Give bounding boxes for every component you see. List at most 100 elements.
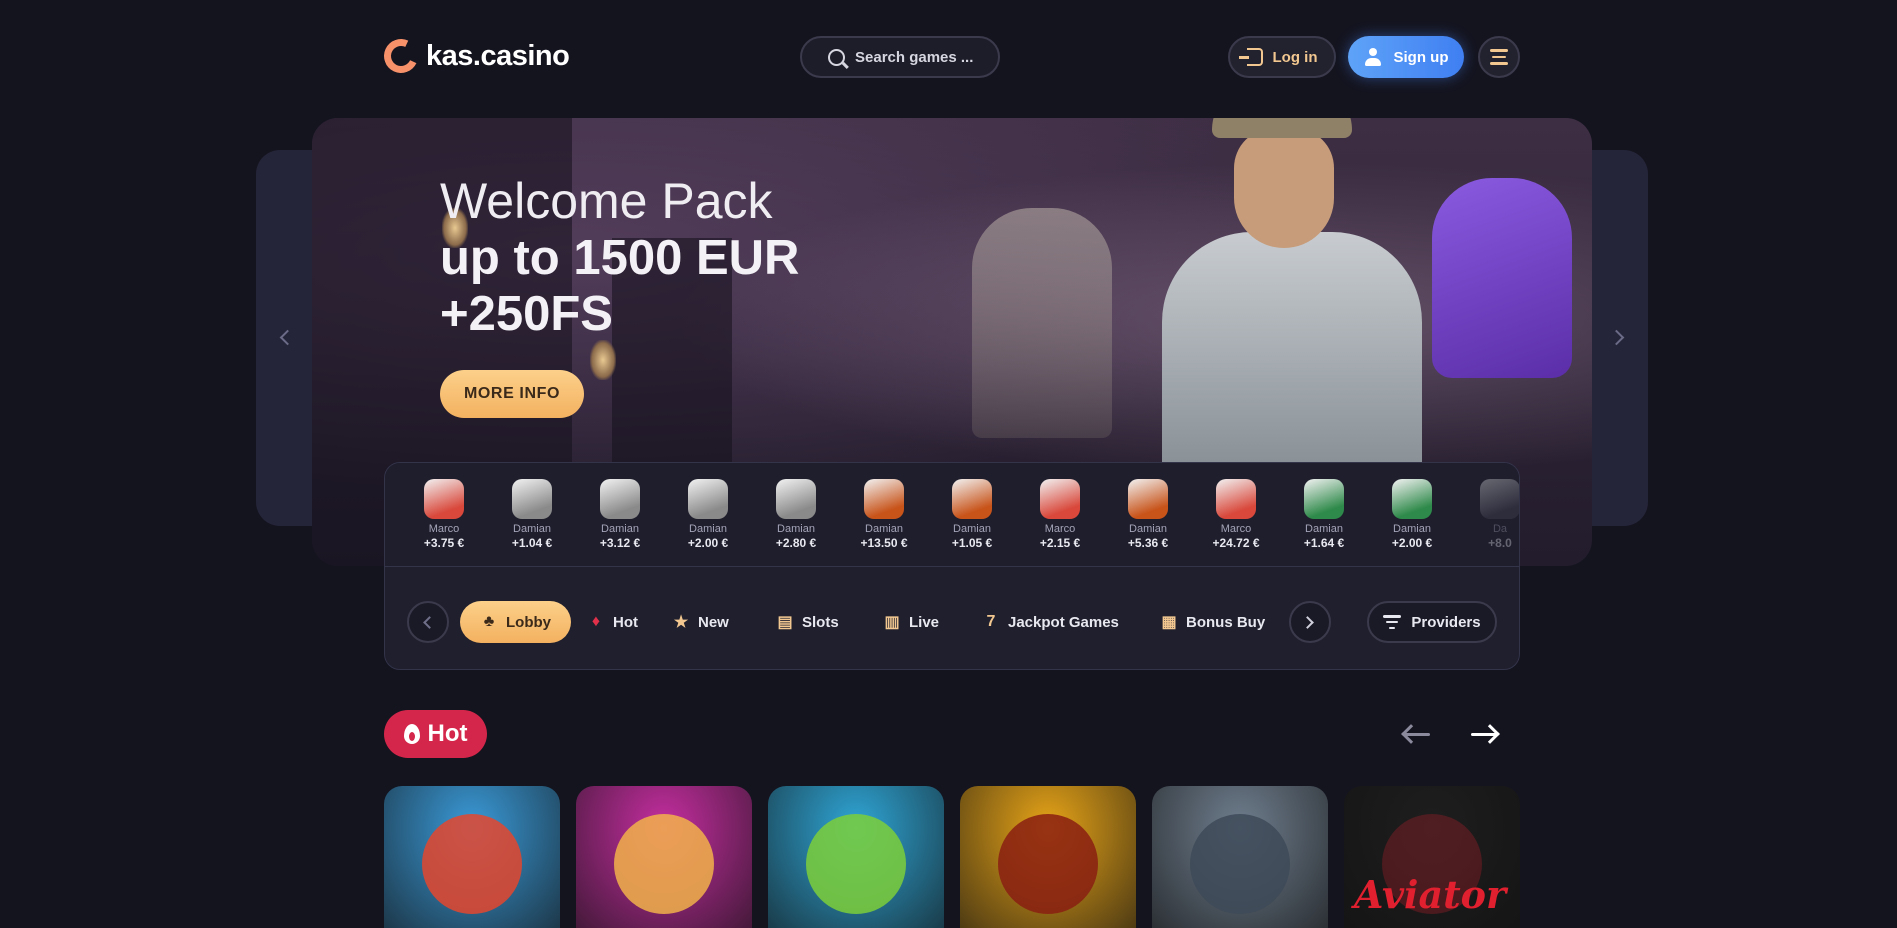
menu-button[interactable] bbox=[1478, 36, 1520, 78]
logo-mark-icon bbox=[379, 34, 423, 78]
win-item[interactable]: Damian +1.64 € bbox=[1289, 479, 1359, 550]
win-player-name: Damian bbox=[1129, 523, 1167, 535]
win-item[interactable]: Damian +1.05 € bbox=[937, 479, 1007, 550]
win-game-thumbnail bbox=[424, 479, 464, 519]
logo[interactable]: kas.casino bbox=[379, 34, 570, 78]
win-game-thumbnail bbox=[688, 479, 728, 519]
win-item[interactable]: Damian +2.00 € bbox=[1377, 479, 1447, 550]
win-amount: +3.12 € bbox=[599, 536, 641, 550]
category-next-button[interactable] bbox=[1289, 601, 1331, 643]
logo-text: kas.casino bbox=[426, 39, 570, 72]
login-label: Log in bbox=[1272, 48, 1318, 66]
category-label: New bbox=[698, 613, 729, 631]
win-item[interactable]: Damian +2.80 € bbox=[761, 479, 831, 550]
win-amount: +13.50 € bbox=[860, 536, 908, 550]
win-player-name: Marco bbox=[428, 523, 460, 535]
login-button[interactable]: Log in bbox=[1228, 36, 1336, 78]
win-item[interactable]: Damian +3.12 € bbox=[585, 479, 655, 550]
promo-amount: up to 1500 EUR bbox=[440, 231, 800, 285]
category-tab-lobby[interactable]: ♣ Lobby bbox=[460, 601, 571, 643]
dragon-character bbox=[1432, 178, 1572, 378]
gold-pot-game-card[interactable] bbox=[960, 786, 1136, 928]
game-artwork bbox=[1190, 814, 1290, 914]
star-icon: ★ bbox=[673, 614, 689, 631]
win-item[interactable]: Marco +2.15 € bbox=[1025, 479, 1095, 550]
win-item[interactable]: Damian +5.36 € bbox=[1113, 479, 1183, 550]
providers-button[interactable]: Providers bbox=[1367, 601, 1497, 643]
win-game-thumbnail bbox=[864, 479, 904, 519]
menu-icon-line bbox=[1492, 55, 1506, 59]
win-item[interactable]: Damian +13.50 € bbox=[849, 479, 919, 550]
recent-wins-ticker: Marco +3.75 € Damian +1.04 € Damian +3.12 € Da… bbox=[385, 463, 1519, 567]
category-label: Hot bbox=[613, 613, 638, 631]
win-item[interactable]: Marco +3.75 € bbox=[409, 479, 479, 550]
promo-title: Welcome Pack bbox=[440, 173, 773, 229]
promo-freespins: +250FS bbox=[440, 287, 613, 341]
category-label: Bonus Buy bbox=[1186, 613, 1266, 631]
category-tab-bonus-buy[interactable]: ▦ Bonus Buy bbox=[1160, 601, 1265, 643]
win-game-thumbnail bbox=[1128, 479, 1168, 519]
games-panel: Marco +3.75 € Damian +1.04 € Damian +3.12 € Da… bbox=[384, 462, 1520, 670]
win-amount: +3.75 € bbox=[423, 536, 465, 550]
category-tab-new[interactable]: ★ New bbox=[672, 601, 729, 643]
filter-icon-line bbox=[1389, 626, 1396, 629]
win-player-name: Damian bbox=[1305, 523, 1343, 535]
win-game-thumbnail bbox=[776, 479, 816, 519]
menu-icon-line bbox=[1490, 49, 1508, 52]
category-prev-button[interactable] bbox=[407, 601, 449, 643]
chevron-left-icon bbox=[279, 329, 296, 346]
category-tab-jackpot-games[interactable]: 7 Jackpot Games bbox=[982, 601, 1119, 643]
more-info-button[interactable]: MORE INFO bbox=[440, 370, 584, 418]
win-game-thumbnail bbox=[600, 479, 640, 519]
hot-section-title: Hot bbox=[384, 710, 487, 758]
win-player-name: Da bbox=[1492, 523, 1508, 535]
hot-next-arrow-icon[interactable] bbox=[1471, 733, 1497, 736]
day-of-dead-game-card[interactable] bbox=[576, 786, 752, 928]
flame-icon: ♦ bbox=[591, 613, 601, 630]
octopus-game-card[interactable] bbox=[384, 786, 560, 928]
aviator-game-card[interactable]: Aviator bbox=[1344, 786, 1520, 928]
win-game-thumbnail bbox=[1216, 479, 1256, 519]
win-item[interactable]: Damian +1.04 € bbox=[497, 479, 567, 550]
win-game-thumbnail bbox=[1040, 479, 1080, 519]
cherries-icon: ♣ bbox=[483, 613, 495, 630]
win-amount: +5.36 € bbox=[1127, 536, 1169, 550]
win-amount: +2.80 € bbox=[775, 536, 817, 550]
win-amount: +24.72 € bbox=[1212, 536, 1260, 550]
signup-label: Sign up bbox=[1393, 48, 1449, 66]
win-item[interactable]: Marco +24.72 € bbox=[1201, 479, 1271, 550]
category-label: Slots bbox=[802, 613, 839, 631]
win-item[interactable]: Damian +2.00 € bbox=[673, 479, 743, 550]
search-placeholder: Search games ... bbox=[855, 48, 974, 66]
hot-prev-arrow-icon[interactable] bbox=[1404, 733, 1430, 736]
login-icon bbox=[1238, 48, 1263, 66]
win-player-name: Damian bbox=[953, 523, 991, 535]
category-tab-live[interactable]: ▥ Live bbox=[883, 601, 939, 643]
win-item[interactable]: Da +8.0 bbox=[1465, 479, 1519, 550]
win-amount: +2.00 € bbox=[1391, 536, 1433, 550]
signup-button[interactable]: Sign up bbox=[1348, 36, 1464, 78]
win-amount: +8.0 bbox=[1488, 536, 1512, 550]
game-artwork bbox=[998, 814, 1098, 914]
user-icon bbox=[1364, 48, 1382, 66]
search-icon bbox=[828, 48, 845, 66]
street-lamp bbox=[590, 340, 616, 380]
frog-elvis-game-card[interactable] bbox=[768, 786, 944, 928]
win-player-name: Damian bbox=[865, 523, 903, 535]
win-player-name: Marco bbox=[1220, 523, 1252, 535]
hot-title-label: Hot bbox=[427, 720, 468, 747]
game-artwork bbox=[422, 814, 522, 914]
character-body bbox=[1162, 232, 1422, 462]
skeleton-character bbox=[972, 208, 1112, 438]
win-player-name: Marco bbox=[1044, 523, 1076, 535]
slot-machine-icon: ▤ bbox=[777, 614, 793, 631]
category-tab-slots[interactable]: ▤ Slots bbox=[776, 601, 839, 643]
viking-game-card[interactable] bbox=[1152, 786, 1328, 928]
promo-text: Welcome Pack up to 1500 EUR +250FS bbox=[440, 172, 799, 342]
search-input[interactable]: Search games ... bbox=[800, 36, 1000, 78]
category-tab-hot[interactable]: ♦ Hot bbox=[587, 601, 638, 643]
character-hat bbox=[1212, 118, 1352, 138]
win-game-thumbnail bbox=[1304, 479, 1344, 519]
win-game-thumbnail bbox=[952, 479, 992, 519]
win-player-name: Damian bbox=[777, 523, 815, 535]
